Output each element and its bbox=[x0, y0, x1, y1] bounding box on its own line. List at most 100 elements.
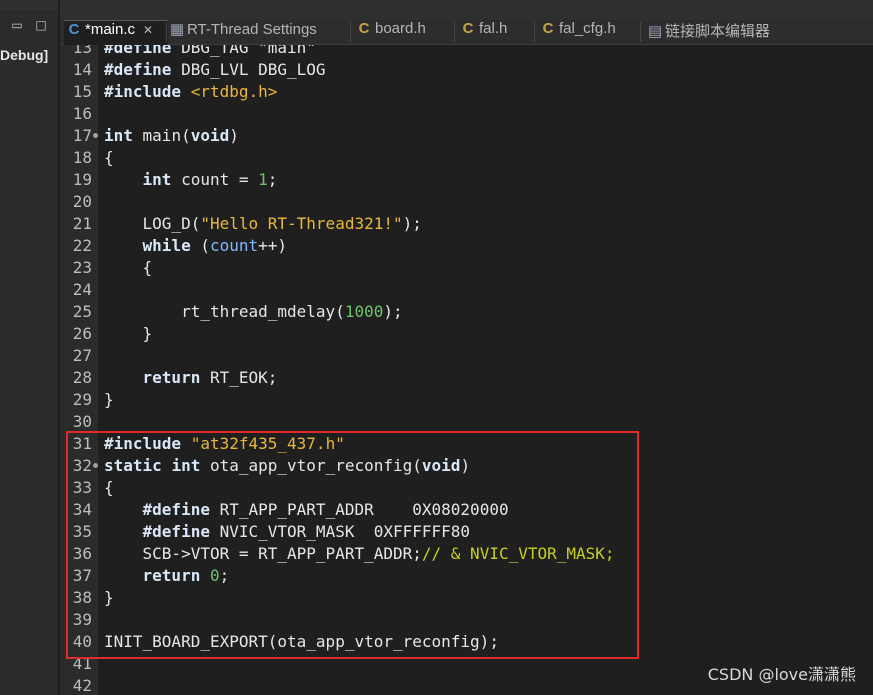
code-token: ); bbox=[402, 214, 422, 233]
code-token: } bbox=[104, 588, 114, 607]
code-token: 1 bbox=[258, 170, 268, 189]
tab-fal-cfg-h[interactable]: Cfal_cfg.h bbox=[542, 20, 616, 44]
code-text: int count = 1; bbox=[104, 169, 278, 191]
line-number: 33 bbox=[72, 478, 92, 497]
minimize-icon[interactable]: ▭ bbox=[10, 18, 24, 32]
code-token: #define bbox=[142, 500, 210, 519]
code-token: } bbox=[104, 390, 114, 409]
code-line[interactable]: 26 } bbox=[60, 323, 873, 345]
code-token: RT_EOK; bbox=[200, 368, 278, 387]
code-line[interactable]: 29} bbox=[60, 389, 873, 411]
line-number: 34 bbox=[72, 500, 92, 519]
code-token: #define bbox=[104, 45, 172, 57]
code-line[interactable]: 37 return 0; bbox=[60, 565, 873, 587]
code-line[interactable]: 39 bbox=[60, 609, 873, 631]
code-line[interactable]: 28 return RT_EOK; bbox=[60, 367, 873, 389]
tab-rt-thread-settings[interactable]: ▦ RT-Thread Settings bbox=[170, 20, 317, 44]
code-line[interactable]: 27 bbox=[60, 345, 873, 367]
code-line[interactable]: 22 while (count++) bbox=[60, 235, 873, 257]
code-line[interactable]: 30 bbox=[60, 411, 873, 433]
line-number: 41 bbox=[72, 654, 92, 673]
code-token: DBG_LVL DBG_LOG bbox=[171, 60, 326, 79]
tab-board-h[interactable]: Cboard.h bbox=[358, 20, 426, 44]
code-text: LOG_D("Hello RT-Thread321!"); bbox=[104, 213, 422, 235]
code-line[interactable]: 20 bbox=[60, 191, 873, 213]
tab-linker-script-editor[interactable]: ▤ 链接脚本编辑器 bbox=[648, 20, 770, 44]
code-line[interactable]: 34 #define RT_APP_PART_ADDR 0X08020000 bbox=[60, 499, 873, 521]
line-number: 38 bbox=[72, 588, 92, 607]
code-line[interactable]: 14 #define DBG_LVL DBG_LOG bbox=[60, 59, 873, 81]
close-icon[interactable]: ✕ bbox=[143, 23, 153, 37]
code-line[interactable]: 21 LOG_D("Hello RT-Thread321!"); bbox=[60, 213, 873, 235]
code-text: { bbox=[104, 257, 153, 279]
code-token: 0 bbox=[209, 566, 220, 585]
code-token: void bbox=[190, 126, 230, 145]
code-line[interactable]: 16 bbox=[60, 103, 873, 125]
code-line[interactable]: 23 { bbox=[60, 257, 873, 279]
line-number: 23 bbox=[72, 258, 92, 277]
tab-label: fal_cfg.h bbox=[559, 20, 616, 37]
code-token: NVIC_VTOR_MASK 0XFFFFFF80 bbox=[209, 522, 471, 541]
tab-main-c[interactable]: C *main.c ✕ bbox=[64, 20, 168, 45]
code-line[interactable]: 32 static int ota_app_vtor_reconfig(void) bbox=[60, 455, 873, 477]
line-number: 17 bbox=[72, 126, 92, 145]
code-token: ) bbox=[460, 456, 471, 475]
code-text: while (count++) bbox=[104, 235, 288, 257]
code-line[interactable]: 24 bbox=[60, 279, 873, 301]
settings-grid-icon: ▦ bbox=[170, 21, 185, 38]
code-token: { bbox=[104, 258, 153, 277]
code-token: while bbox=[142, 236, 191, 255]
code-text: { bbox=[104, 147, 114, 169]
code-line[interactable]: 38} bbox=[60, 587, 873, 609]
tab-label: board.h bbox=[375, 20, 426, 37]
code-token: ; bbox=[267, 170, 278, 189]
code-token: static bbox=[104, 456, 162, 475]
left-panel: ▭ □ Debug] bbox=[0, 0, 58, 695]
code-line[interactable]: 36 SCB->VTOR = RT_APP_PART_ADDR;// & NVI… bbox=[60, 543, 873, 565]
line-number: 20 bbox=[72, 192, 92, 211]
tab-label: 链接脚本编辑器 bbox=[665, 23, 771, 40]
line-number: 15 bbox=[72, 82, 92, 101]
code-line[interactable]: 13 #define DBG_TAG "main" bbox=[60, 45, 873, 59]
code-line[interactable]: 18 { bbox=[60, 147, 873, 169]
code-token: #define bbox=[104, 60, 172, 79]
debug-config-label[interactable]: Debug] bbox=[0, 45, 48, 65]
code-token: void bbox=[421, 456, 461, 475]
tab-separator bbox=[640, 22, 641, 42]
fold-marker-icon[interactable] bbox=[93, 133, 98, 138]
line-number: 18 bbox=[72, 148, 92, 167]
line-number: 40 bbox=[72, 632, 92, 651]
tab-label: *main.c bbox=[85, 21, 136, 38]
code-line[interactable]: 19 int count = 1; bbox=[60, 169, 873, 191]
line-number: 24 bbox=[72, 280, 92, 299]
code-editor[interactable]: 13 #define DBG_TAG "main" 14 #define DBG_LV… bbox=[60, 45, 873, 695]
code-line[interactable]: 35 #define NVIC_VTOR_MASK 0XFFFFFF80 bbox=[60, 521, 873, 543]
code-line[interactable]: 17 int main(void) bbox=[60, 125, 873, 147]
line-number: 39 bbox=[72, 610, 92, 629]
code-token: ( bbox=[190, 236, 210, 255]
code-token: rt_thread_mdelay( bbox=[104, 302, 345, 321]
line-number: 22 bbox=[72, 236, 92, 255]
fold-marker-icon[interactable] bbox=[93, 463, 98, 468]
code-token: #define bbox=[142, 522, 210, 541]
line-number: 19 bbox=[72, 170, 92, 189]
code-text: return RT_EOK; bbox=[104, 367, 278, 389]
code-line[interactable]: 40 INIT_BOARD_EXPORT(ota_app_vtor_reconfi… bbox=[60, 631, 873, 653]
code-text: return 0; bbox=[104, 565, 230, 587]
tab-fal-h[interactable]: Cfal.h bbox=[462, 20, 508, 44]
code-token: ota_app_vtor_reconfig( bbox=[200, 456, 422, 475]
code-token: ++) bbox=[258, 236, 288, 255]
line-number: 36 bbox=[72, 544, 92, 563]
code-line[interactable]: 31 #include "at32f435_437.h" bbox=[60, 433, 873, 455]
code-text: #include <rtdbg.h> bbox=[104, 81, 277, 103]
code-line[interactable]: 25 rt_thread_mdelay(1000); bbox=[60, 301, 873, 323]
code-text: #define DBG_LVL DBG_LOG bbox=[104, 59, 326, 81]
code-line[interactable]: 15 #include <rtdbg.h> bbox=[60, 81, 873, 103]
line-number: 31 bbox=[72, 434, 92, 453]
maximize-icon[interactable]: □ bbox=[34, 18, 48, 32]
code-line[interactable]: 33 { bbox=[60, 477, 873, 499]
